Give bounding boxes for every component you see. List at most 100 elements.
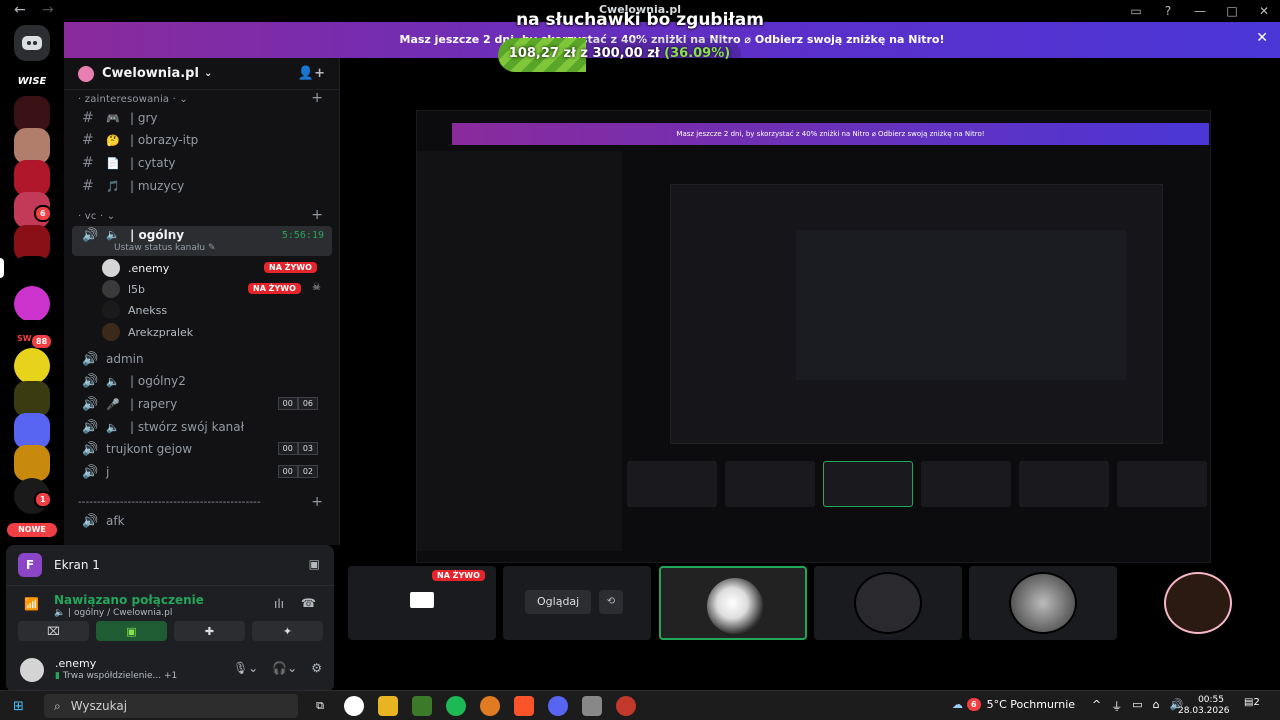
channel-obrazy[interactable]: # 🤔 | obrazy-itp — [72, 129, 332, 151]
monitor-icon — [410, 592, 434, 608]
voice-channel-j[interactable]: 🔊 j 00 02 — [72, 461, 332, 483]
watch-stream-icon[interactable]: ⟲ — [599, 590, 623, 614]
nested-stream-screenshot: Masz jeszcze 2 dni, by skorzystać z 40% … — [416, 110, 1211, 563]
brave-icon[interactable] — [514, 696, 534, 716]
stream-view[interactable]: Masz jeszcze 2 dni, by skorzystać z 40% … — [340, 58, 1280, 690]
unread-badge: 6 — [34, 205, 52, 222]
unread-badge: 1 — [34, 491, 52, 508]
stream-tile[interactable]: NA ŻYWO — [348, 566, 496, 640]
app-icon[interactable] — [616, 696, 636, 716]
soundboard-button[interactable]: ✦ — [252, 621, 323, 641]
participant-tiles: NA ŻYWO Oglądaj ⟲ — [348, 566, 1280, 640]
cloud-icon: ☁ — [952, 698, 963, 711]
screen-share-button[interactable]: ▣ — [96, 621, 167, 641]
voice-user[interactable]: l5b NA ŻYWO ☠ — [102, 279, 330, 299]
app-logo-icon: F — [18, 553, 42, 577]
participant-tile[interactable] — [1124, 566, 1272, 640]
chevron-up-icon[interactable]: ^ — [1092, 698, 1101, 714]
channel-cytaty[interactable]: # 📄 | cytaty — [72, 152, 332, 174]
server-emoji-icon[interactable] — [14, 348, 50, 384]
participant-tile[interactable] — [814, 566, 962, 640]
music-icon: 🎵 — [106, 179, 120, 193]
noise-suppression-icon[interactable]: ılı — [274, 597, 284, 611]
task-view-icon[interactable]: ⧉ — [310, 696, 330, 716]
browser-icon[interactable] — [480, 696, 500, 716]
voice-channel-stworz[interactable]: 🔊 🔈 | stwórz swój kanał — [72, 416, 332, 438]
page-icon: 📄 — [106, 156, 120, 170]
stream-tile[interactable]: Oglądaj ⟲ — [503, 566, 651, 640]
connection-channel[interactable]: 🔈 | ogólny / Cwelownia.pl — [54, 608, 172, 618]
category-zainteresowania[interactable]: · zainteresowania · ⌄ — [78, 94, 188, 105]
channel-gry[interactable]: # 🎮 | gry — [72, 107, 332, 129]
clock[interactable]: 00:55 28.03.2026 — [1178, 695, 1230, 717]
voice-user[interactable]: .enemy NA ŻYWO — [102, 258, 330, 278]
voice-user[interactable]: Arekzpralek — [102, 322, 330, 342]
usb-icon[interactable]: ⏚ — [1111, 698, 1122, 714]
category-vc[interactable]: · vc · ⌄ — [78, 211, 115, 222]
voice-channel-ogolny[interactable]: 🔊 🔈 | ogólny 5:56:19 Ustaw status kanału… — [72, 226, 332, 256]
signal-icon: 📶 — [24, 597, 39, 611]
voice-channel-ogolny2[interactable]: 🔊 🔈 | ogólny2 — [72, 370, 332, 392]
user-name: l5b — [128, 282, 146, 296]
user-panel[interactable]: .enemy ▮ Trwa współdzielenie... +1 🎙⌄ 🎧⌄… — [18, 655, 322, 685]
headphones-icon[interactable]: 🎧⌄ — [272, 661, 297, 675]
add-user-icon[interactable]: 👤+ — [298, 66, 325, 81]
avatar — [1164, 572, 1232, 634]
weather-widget[interactable]: ☁ 6 5°C Pochmurnie — [952, 698, 1075, 711]
avatar — [1009, 572, 1077, 634]
channel-status[interactable]: Ustaw status kanału ✎ — [114, 243, 216, 253]
server-redline-icon[interactable] — [14, 96, 50, 132]
server-blue-icon[interactable] — [14, 413, 50, 449]
voice-channel-admin[interactable]: 🔊 admin — [72, 348, 332, 370]
camera-icon[interactable]: ▭ — [1132, 698, 1142, 714]
server-purple-icon[interactable] — [14, 286, 50, 322]
server-red-icon[interactable] — [14, 160, 50, 196]
voice-channel-rapery[interactable]: 🔊 🎤 | rapery 00 06 — [72, 393, 332, 415]
add-channel-icon[interactable]: + — [311, 207, 323, 223]
minecraft-icon[interactable] — [412, 696, 432, 716]
discord-icon[interactable] — [548, 696, 568, 716]
discord-home-icon[interactable] — [14, 25, 50, 61]
chrome-icon[interactable] — [344, 696, 364, 716]
activities-button[interactable]: ✚ — [174, 621, 245, 641]
speaker-icon: 🔊 — [82, 396, 99, 412]
active-server-pill — [0, 258, 4, 278]
server-wise-icon[interactable]: WISE — [14, 63, 50, 99]
file-explorer-icon[interactable] — [378, 696, 398, 716]
watch-button[interactable]: Oglądaj — [525, 590, 592, 614]
nested-sidebar — [417, 151, 622, 551]
user-count: 00 06 — [277, 397, 318, 410]
channel-muzycy[interactable]: # 🎵 | muzycy — [72, 175, 332, 197]
category-separator[interactable]: ----------------------------------------… — [78, 497, 278, 508]
voice-user[interactable]: Anekss — [102, 300, 330, 320]
add-channel-icon[interactable]: + — [311, 90, 323, 106]
disconnect-icon[interactable]: ☎ — [301, 596, 316, 610]
nested-banner: Masz jeszcze 2 dni, by skorzystać z 40% … — [452, 123, 1209, 145]
weather-badge: 6 — [967, 698, 981, 711]
app-icon[interactable] — [582, 696, 602, 716]
server-avatar-icon[interactable] — [14, 128, 50, 164]
server-triangle-icon[interactable] — [14, 381, 50, 417]
server-gold-icon[interactable] — [14, 445, 50, 481]
settings-gear-icon[interactable]: ⚙ — [311, 661, 322, 675]
participant-tile[interactable] — [969, 566, 1117, 640]
voice-channel-trujkont[interactable]: 🔊 trujkont gejow 00 03 — [72, 438, 332, 460]
spotify-icon[interactable] — [446, 696, 466, 716]
camera-off-button[interactable]: ⌧ — [18, 621, 89, 641]
connection-status[interactable]: Nawiązano połączenie — [54, 593, 204, 607]
add-channel-icon[interactable]: + — [311, 494, 323, 510]
windows-start-icon[interactable]: ⊞ — [13, 699, 24, 714]
voice-channel-afk[interactable]: 🔊 afk — [72, 510, 332, 532]
user-count: 00 02 — [277, 465, 318, 478]
microphone-icon[interactable]: 🎙⌄ — [233, 661, 258, 675]
banner-close-icon[interactable]: ✕ — [1256, 30, 1268, 46]
participant-tile[interactable] — [659, 566, 807, 640]
taskbar-search[interactable]: ⌕ Wyszukaj — [44, 694, 298, 718]
new-servers-badge[interactable]: NOWE — [7, 523, 57, 537]
screen-share-header[interactable]: F Ekran 1 — [18, 553, 100, 577]
stop-share-icon[interactable]: ▣ — [309, 557, 320, 571]
network-icon[interactable]: ⌂ — [1153, 698, 1160, 714]
server-header[interactable]: Cwelownia.pl ⌄ 👤+ — [64, 58, 339, 90]
channel-label: afk — [106, 514, 125, 528]
notifications-icon[interactable]: ▤2 — [1244, 697, 1262, 713]
